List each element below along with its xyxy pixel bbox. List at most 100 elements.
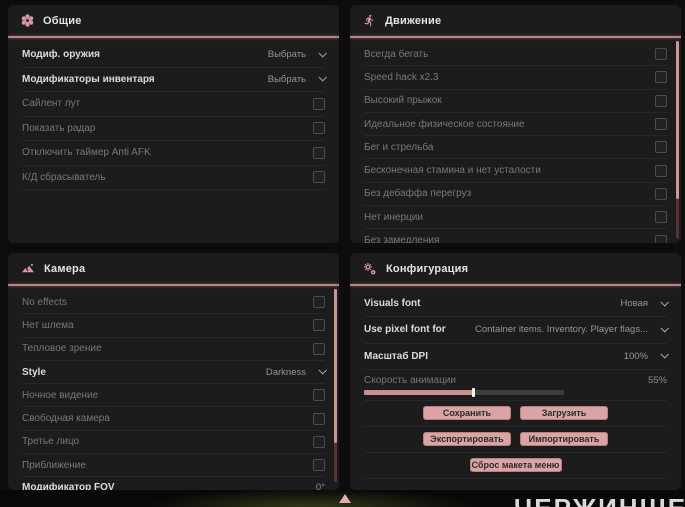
chevron-down-icon	[318, 73, 327, 82]
silent-loot-checkbox[interactable]	[313, 97, 325, 110]
row-no-overload-debuff: Без дебаффа перегруз	[364, 183, 667, 207]
dropdown-value: Выбрать	[267, 73, 306, 85]
row-label: Свободная камера	[22, 413, 110, 425]
header-accent-line	[350, 284, 681, 286]
row-label: Модификатор FOV	[22, 482, 115, 490]
row-label: Тепловое зрение	[22, 343, 102, 355]
reset-layout-button[interactable]: Сброс макета меню	[469, 458, 562, 473]
panel-general: Общие Модиф. оружия Выбрать Модификаторы…	[8, 5, 339, 243]
row-label: Показать радар	[22, 122, 96, 134]
panel-movement: Движение Всегда бегать Speed hack x2.3 В…	[350, 5, 681, 243]
row-label: Высокий прыжок	[364, 95, 442, 107]
perfect-condition-checkbox[interactable]	[655, 118, 667, 131]
row-free-camera: Свободная камера	[22, 407, 325, 431]
row-label: Модиф. оружия	[22, 49, 100, 61]
row-label: Speed hack x2.3	[364, 71, 439, 83]
dropdown-value: Darkness	[265, 366, 306, 378]
chevron-down-icon	[660, 323, 669, 333]
panel-general-header[interactable]: Общие	[8, 5, 339, 36]
load-button[interactable]: Загрузить	[520, 406, 608, 421]
button-row-save-load: Сохранить Загрузить	[364, 401, 667, 427]
panel-camera-header[interactable]: Камера	[8, 253, 339, 284]
always-run-checkbox[interactable]	[655, 48, 667, 61]
row-label: Нет инерции	[364, 211, 423, 223]
scrollbar[interactable]	[676, 41, 679, 239]
no-overload-debuff-checkbox[interactable]	[655, 187, 667, 200]
header-accent-line	[8, 36, 339, 38]
gears-icon	[363, 262, 377, 276]
no-effects-checkbox[interactable]	[313, 296, 325, 309]
dpi-scale-dropdown[interactable]: 100%	[623, 350, 669, 362]
row-no-helmet: Нет шлема	[22, 314, 325, 338]
row-no-inertia: Нет инерции	[364, 206, 667, 230]
panel-title: Конфигурация	[386, 262, 469, 275]
row-show-radar: Показать радар	[22, 117, 325, 141]
animation-speed-slider[interactable]	[364, 387, 564, 397]
run-and-shoot-checkbox[interactable]	[655, 141, 667, 154]
export-button[interactable]: Экспортировать	[423, 432, 511, 447]
row-label: Нет шлема	[22, 319, 74, 331]
row-visuals-font: Visuals font Новая	[364, 291, 669, 318]
no-helmet-checkbox[interactable]	[313, 319, 325, 332]
chevron-down-icon	[660, 297, 669, 307]
weapon-mod-dropdown[interactable]: Выбрать	[268, 48, 327, 60]
row-thermal-vision: Тепловое зрение	[22, 338, 325, 361]
row-anti-afk: Отключить таймер Anti AFK	[22, 141, 325, 166]
dropdown-value: 100%	[623, 350, 648, 362]
row-label: Style	[22, 366, 46, 378]
anti-afk-checkbox[interactable]	[313, 146, 325, 159]
chevron-down-icon	[660, 350, 669, 359]
row-silent-loot: Сайлент лут	[22, 92, 325, 117]
free-camera-checkbox[interactable]	[313, 412, 325, 425]
row-inventory-mods: Модификаторы инвентаря Выбрать	[22, 68, 327, 92]
row-fov-modifier: Модификатор FOV 0°	[22, 477, 325, 490]
panel-config-header[interactable]: Конфигурация	[350, 253, 681, 284]
third-person-checkbox[interactable]	[313, 435, 325, 448]
flower-icon	[21, 14, 34, 27]
row-label: Отключить таймер Anti AFK	[22, 147, 151, 159]
speed-hack-checkbox[interactable]	[655, 71, 667, 84]
pixel-font-dropdown[interactable]: Container items. Inventory. Player flags…	[475, 323, 669, 335]
row-label: Третье лицо	[22, 436, 80, 448]
slider-handle[interactable]	[472, 387, 475, 397]
zoom-checkbox[interactable]	[313, 459, 325, 472]
panel-title: Движение	[385, 14, 442, 27]
animation-speed-value: 55%	[647, 374, 667, 386]
scrollbar[interactable]	[334, 289, 337, 482]
location-title-text: ЧЕРЖИНШЕ	[514, 493, 685, 507]
row-style: Style Darkness	[22, 361, 327, 385]
panel-movement-header[interactable]: Движение	[350, 5, 681, 36]
no-slowdown-checkbox[interactable]	[655, 234, 667, 243]
row-label: Сайлент лут	[22, 98, 81, 110]
import-button[interactable]: Импортировать	[520, 432, 608, 447]
night-vision-checkbox[interactable]	[313, 389, 325, 402]
row-weapon-mod: Модиф. оружия Выбрать	[22, 43, 327, 68]
button-row-export-import: Экспортировать Импортировать	[364, 427, 667, 453]
visuals-font-dropdown[interactable]: Новая	[620, 297, 669, 309]
header-accent-line	[350, 36, 681, 38]
style-dropdown[interactable]: Darkness	[265, 366, 327, 378]
scene-green-glow	[120, 490, 500, 507]
save-button[interactable]: Сохранить	[423, 406, 511, 421]
no-inertia-checkbox[interactable]	[655, 211, 667, 224]
row-label: Скорость анимации	[364, 374, 456, 386]
infinite-stamina-checkbox[interactable]	[655, 164, 667, 177]
button-row-reset: Сброс макета меню	[364, 453, 667, 479]
cd-reset-checkbox[interactable]	[313, 171, 325, 184]
row-third-person: Третье лицо	[22, 431, 325, 455]
row-speed-hack: Speed hack x2.3	[364, 66, 667, 90]
row-high-jump: Высокий прыжок	[364, 90, 667, 113]
row-label: Use pixel font for	[364, 324, 446, 336]
row-label: Бег и стрельба	[364, 141, 434, 153]
show-radar-checkbox[interactable]	[313, 122, 325, 135]
high-jump-checkbox[interactable]	[655, 94, 667, 107]
panel-title: Камера	[44, 262, 86, 275]
row-infinite-stamina: Бесконечная стамина и нет усталости	[364, 159, 667, 183]
runner-icon	[363, 14, 376, 27]
thermal-vision-checkbox[interactable]	[313, 342, 325, 355]
row-zoom: Приближение	[22, 454, 325, 478]
row-perfect-condition: Идеальное физическое состояние	[364, 113, 667, 137]
mod-menu-overlay: Общие Модиф. оружия Выбрать Модификаторы…	[0, 0, 685, 507]
chevron-down-icon	[318, 48, 327, 58]
inventory-mods-dropdown[interactable]: Выбрать	[267, 73, 327, 85]
